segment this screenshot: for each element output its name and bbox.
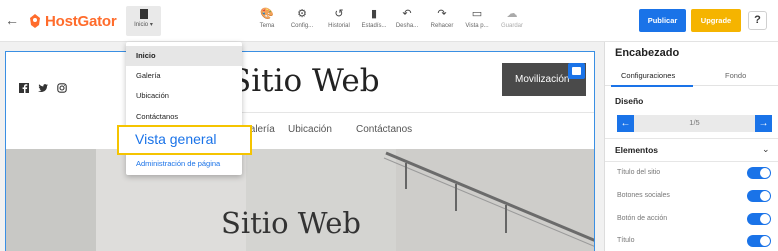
redo-icon: ↷ (437, 8, 447, 20)
tool-settings[interactable]: ⚙ Config... (289, 7, 315, 37)
palette-icon: 🎨 (260, 8, 274, 20)
elements-heading[interactable]: Elementos (615, 145, 658, 155)
toggle-label: Título del sitio (617, 169, 661, 176)
page-admin-link[interactable]: Administración de página (126, 154, 242, 174)
instagram-icon[interactable] (57, 83, 67, 93)
editor-tools: 🎨 Tema ⚙ Config... ↺ Historial ▮ Estadís... … (254, 7, 534, 37)
site-title[interactable]: Sitio Web (230, 63, 380, 99)
design-heading: Diseño (615, 96, 644, 106)
nav-item-ubicacion[interactable]: Ubicación (288, 124, 332, 135)
top-toolbar: ← HostGator Inicio ▾ 🎨 Tema ⚙ Config... ↺ H… (0, 0, 778, 42)
twitter-icon[interactable] (38, 83, 48, 93)
toggle-row-social-buttons: Botones sociales (617, 190, 772, 204)
tab-fondo[interactable]: Fondo (725, 71, 746, 80)
facebook-icon[interactable] (19, 83, 29, 93)
toggle-label: Botón de acción (617, 215, 668, 222)
settings-panel: Encabezado Configuraciones Fondo Diseño … (604, 42, 778, 251)
page-menu-label: Inicio ▾ (134, 22, 153, 28)
action-button-toggle[interactable] (747, 213, 771, 225)
tab-configuraciones[interactable]: Configuraciones (621, 71, 675, 80)
help-button[interactable]: ? (748, 11, 767, 30)
dropdown-item-contactanos[interactable]: Contáctanos (126, 107, 242, 127)
gator-icon (28, 13, 42, 29)
tool-stats[interactable]: ▮ Estadís... (359, 7, 389, 37)
toggle-label: Título (617, 237, 635, 244)
upgrade-button[interactable]: Upgrade (691, 9, 741, 32)
header-section[interactable]: Sitio Web Movilización Galería Ubicación… (5, 51, 595, 251)
undo-icon: ↶ (402, 8, 412, 20)
social-buttons-toggle[interactable] (747, 190, 771, 202)
stats-icon: ▮ (370, 8, 378, 20)
dropdown-item-vista-general[interactable]: Vista general (135, 131, 216, 147)
hero-title[interactable]: Sitio Web (221, 206, 361, 240)
nav-item-contactanos[interactable]: Contáctanos (356, 124, 412, 135)
active-tab-indicator (611, 85, 693, 87)
design-page-number: 1/5 (689, 118, 700, 127)
page-dropdown-menu: Inicio Galería Ubicación Contáctanos Adm… (126, 42, 242, 175)
tool-history[interactable]: ↺ Historial (324, 7, 354, 37)
back-arrow-icon[interactable]: ← (5, 12, 19, 28)
dropdown-item-ubicacion[interactable]: Ubicación (126, 86, 242, 106)
cloud-icon: ☁ (506, 8, 518, 20)
dropdown-item-galeria[interactable]: Galería (126, 66, 242, 86)
dropdown-item-inicio[interactable]: Inicio (126, 46, 242, 66)
publish-button[interactable]: Publicar (639, 9, 686, 32)
edit-section-icon[interactable] (568, 63, 585, 79)
tool-preview[interactable]: ▭ Vista p... (464, 7, 490, 37)
editor-canvas: Sitio Web Movilización Galería Ubicación… (0, 42, 604, 251)
logo-text: HostGator (45, 12, 117, 30)
section-divider (605, 138, 778, 139)
toggle-row-action-button: Botón de acción (617, 213, 772, 227)
site-title-toggle[interactable] (747, 167, 771, 179)
chevron-down-icon[interactable]: ⌄ (762, 144, 770, 155)
toggle-row-site-title: Título del sitio (617, 167, 772, 181)
history-icon: ↺ (334, 8, 344, 20)
arrow-left-icon[interactable]: ← (617, 115, 634, 132)
panel-tabs: Configuraciones Fondo (605, 66, 778, 86)
arrow-right-icon[interactable]: → (755, 115, 772, 132)
title-toggle[interactable] (747, 235, 771, 247)
page-icon (139, 9, 148, 19)
design-pager: 1/5 ← → (617, 115, 772, 132)
panel-title: Encabezado (615, 47, 680, 59)
page-menu-button[interactable]: Inicio ▾ (126, 6, 161, 36)
toggle-row-title: Título (617, 235, 772, 249)
hostgator-logo: HostGator (28, 11, 117, 31)
tool-undo[interactable]: ↶ Desha... (394, 7, 420, 37)
hero-image: Sitio Web (6, 149, 594, 251)
monitor-icon: ▭ (471, 8, 483, 20)
social-buttons (19, 83, 67, 93)
gear-icon: ⚙ (297, 8, 307, 20)
site-navigation: Galería Ubicación Contáctanos (6, 121, 594, 139)
tool-save[interactable]: ☁ Guardar (499, 7, 525, 37)
toggle-label: Botones sociales (617, 192, 670, 199)
tool-theme[interactable]: 🎨 Tema (254, 7, 280, 37)
section-divider (605, 161, 778, 162)
tool-redo[interactable]: ↷ Rehacer (429, 7, 455, 37)
